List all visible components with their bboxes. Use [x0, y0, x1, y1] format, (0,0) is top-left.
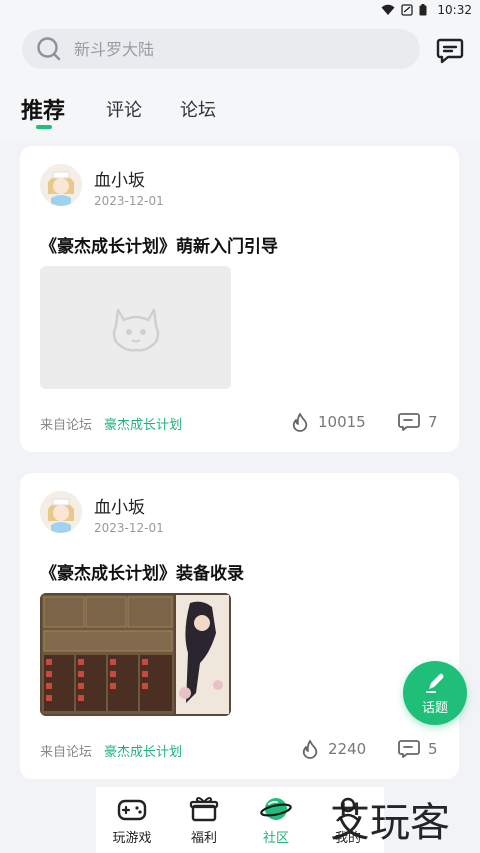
- search-box[interactable]: [22, 29, 420, 69]
- message-button[interactable]: [436, 36, 464, 64]
- new-topic-button[interactable]: 话题: [403, 661, 467, 725]
- gamepad-icon: [117, 799, 147, 821]
- comment-count: 5: [428, 740, 438, 758]
- nav-label: 玩游戏: [112, 831, 152, 846]
- heat-stat: 10015: [290, 412, 366, 432]
- post-card[interactable]: 血小坂 2023-12-01 《豪杰成长计划》装备收录 来自论坛 豪杰成长计划 …: [20, 473, 459, 779]
- planet-icon: [260, 798, 292, 820]
- comment-icon: [398, 413, 420, 431]
- avatar-icon: [40, 491, 82, 533]
- tab-forum[interactable]: 论坛: [180, 96, 216, 122]
- tab-active-indicator: [36, 125, 52, 129]
- post-image-placeholder[interactable]: [40, 266, 231, 389]
- status-time: 10:32: [437, 3, 472, 17]
- nav-play-games[interactable]: 玩游戏: [96, 787, 168, 853]
- from-label: 来自论坛: [40, 418, 93, 433]
- avatar-icon: [40, 164, 82, 206]
- comment-stat[interactable]: 5: [398, 739, 438, 759]
- sim-icon: [401, 4, 414, 16]
- nav-label: 福利: [190, 831, 217, 846]
- forum-link[interactable]: 豪杰成长计划: [104, 741, 182, 760]
- comment-count: 7: [428, 413, 438, 431]
- heat-count: 2240: [328, 740, 367, 758]
- from-label: 来自论坛: [40, 745, 93, 760]
- watermark-text: 艾玩客: [330, 800, 450, 846]
- comment-icon: [398, 740, 420, 758]
- avatar[interactable]: [40, 164, 82, 206]
- battery-icon: [419, 4, 427, 16]
- post-card[interactable]: 血小坂 2023-12-01 《豪杰成长计划》萌新入门引导 来自论坛 豪杰成长计…: [20, 146, 459, 452]
- flame-icon: [292, 413, 308, 432]
- nav-welfare[interactable]: 福利: [168, 787, 240, 853]
- tab-recommend[interactable]: 推荐: [21, 93, 65, 125]
- avatar[interactable]: [40, 491, 82, 533]
- post-title[interactable]: 《豪杰成长计划》萌新入门引导: [40, 232, 278, 257]
- wifi-icon: [381, 4, 395, 15]
- gift-icon: [189, 797, 219, 822]
- pen-icon: [426, 673, 444, 693]
- forum-link[interactable]: 豪杰成长计划: [104, 414, 182, 433]
- status-bar: 10:32: [0, 0, 480, 20]
- author-name[interactable]: 血小坂: [94, 166, 145, 191]
- tab-comments[interactable]: 评论: [106, 96, 142, 122]
- search-input[interactable]: [74, 39, 374, 59]
- author-name[interactable]: 血小坂: [94, 493, 145, 518]
- flame-icon: [302, 740, 318, 759]
- fab-label: 话题: [421, 700, 448, 716]
- heat-stat: 2240: [300, 739, 366, 759]
- comment-stat[interactable]: 7: [398, 412, 438, 432]
- top-bar: [0, 20, 480, 78]
- post-image[interactable]: [40, 593, 231, 716]
- heat-count: 10015: [318, 413, 366, 431]
- nav-label: 社区: [262, 831, 289, 846]
- tab-bar: 推荐 评论 论坛: [0, 78, 480, 140]
- game-screenshot-image: [40, 593, 231, 716]
- post-date: 2023-12-01: [94, 194, 164, 208]
- search-icon: [37, 37, 61, 61]
- image-placeholder-icon: [112, 308, 159, 352]
- post-title[interactable]: 《豪杰成长计划》装备收录: [40, 559, 244, 584]
- post-date: 2023-12-01: [94, 521, 164, 535]
- nav-community[interactable]: 社区: [240, 787, 312, 853]
- message-icon: [436, 38, 464, 64]
